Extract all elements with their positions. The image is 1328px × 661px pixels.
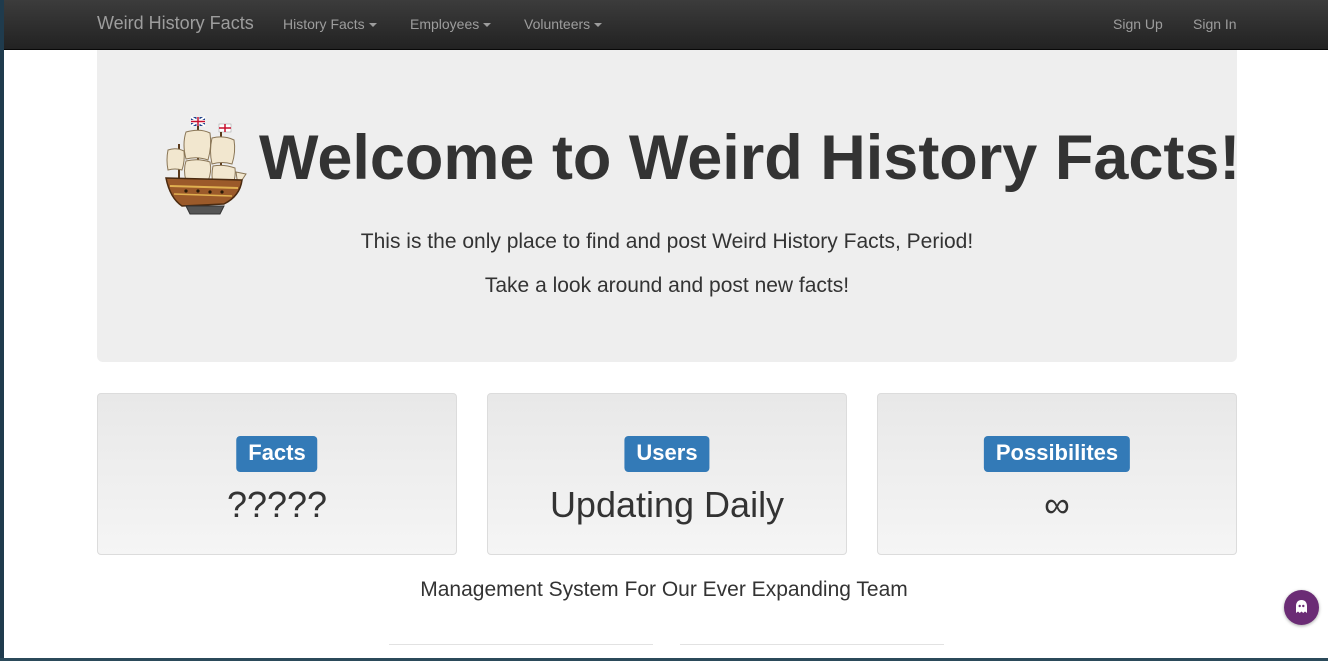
facts-value: ????? [226,484,328,525]
history-facts-label: History Facts [283,16,365,32]
window-left-edge [0,0,4,661]
sign-in-link[interactable]: Sign In [1193,16,1237,32]
stat-panel-users: Users Updating Daily [487,393,847,555]
employees-dropdown[interactable]: Employees [410,16,492,32]
facts-label-badge: Facts [236,436,318,472]
page-title: Welcome to Weird History Facts! [259,123,1241,193]
possibilites-value: ∞ [1044,484,1070,525]
hero-lead-1: This is the only place to find and post … [360,230,974,253]
divider-right [680,644,944,645]
users-value: Updating Daily [549,484,785,525]
stat-panel-facts: Facts ????? [97,393,457,555]
volunteers-label: Volunteers [524,16,591,32]
possibilites-label-badge: Possibilites [983,436,1131,472]
team-heading: Management System For Our Ever Expanding… [420,578,908,601]
users-label-badge: Users [624,436,710,472]
employees-label: Employees [410,16,480,32]
caret-down-icon [483,23,492,28]
brand-link[interactable]: Weird History Facts [97,13,254,34]
hero-jumbotron: Welcome to Weird History Facts! This is … [97,50,1241,362]
sailing-ship-icon [164,114,248,218]
sign-up-link[interactable]: Sign Up [1113,16,1163,32]
divider-left [389,644,653,645]
caret-down-icon [368,23,377,28]
stat-panel-possibilites: Possibilites ∞ [877,393,1237,555]
volunteers-dropdown[interactable]: Volunteers [524,16,603,32]
hero-lead-2: Take a look around and post new facts! [484,274,850,297]
caret-down-icon [594,23,603,28]
history-facts-dropdown[interactable]: History Facts [283,16,377,32]
top-navbar: Weird History Facts History Facts Employ… [4,0,1328,50]
chat-widget-button[interactable] [1284,590,1319,625]
